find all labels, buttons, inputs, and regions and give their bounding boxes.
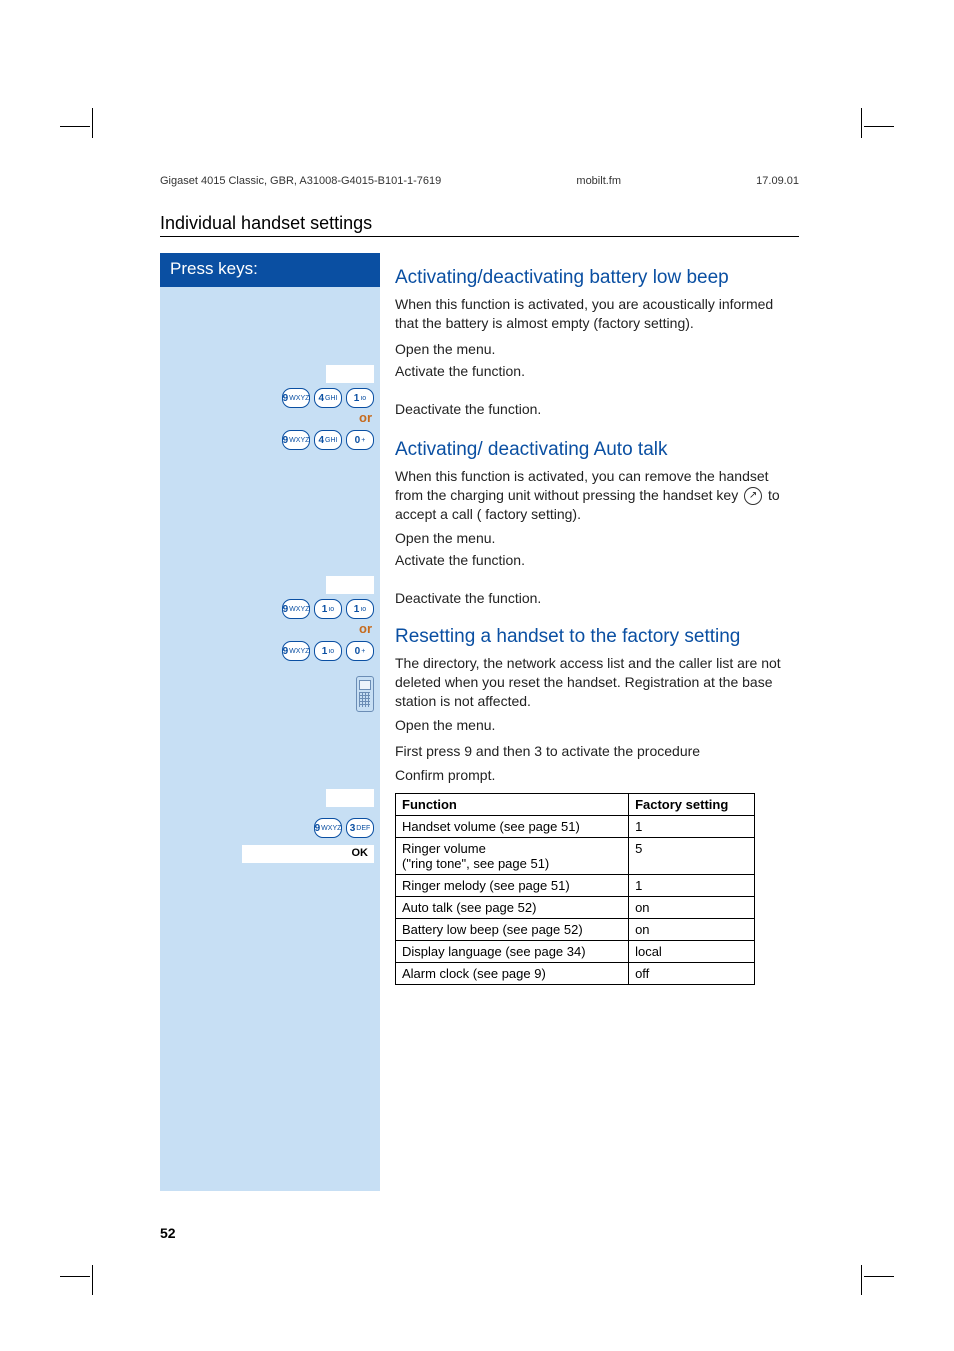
key-sequence-93: 9WXYZ 3DEF <box>160 818 380 838</box>
section-title: Individual handset settings <box>160 213 372 234</box>
horizontal-rule <box>160 236 799 237</box>
or-label: or <box>160 410 380 425</box>
heading-battery-beep: Activating/deactivating battery low beep <box>395 267 799 289</box>
table-row: Alarm clock (see page 9)off <box>396 962 755 984</box>
key-4: 4GHI <box>314 388 342 408</box>
key-1: 1ıo <box>346 388 374 408</box>
menu-softkey-icon <box>326 789 374 807</box>
th-factory-setting: Factory setting <box>629 793 755 815</box>
key-sequence-910: 9WXYZ 1ıo 0+ <box>160 641 380 661</box>
crop-mark <box>60 1276 90 1277</box>
softkey-row <box>160 365 380 383</box>
desc-reset: The directory, the network access list a… <box>395 654 799 711</box>
key-sequence-941: 9WXYZ 4GHI 1ıo <box>160 388 380 408</box>
table-header-row: Function Factory setting <box>396 793 755 815</box>
factory-settings-table: Function Factory setting Handset volume … <box>395 793 755 985</box>
running-header: Gigaset 4015 Classic, GBR, A31008-G4015-… <box>160 175 799 187</box>
key-sequence-911: 9WXYZ 1ıo 1ıo <box>160 599 380 619</box>
crop-mark <box>92 1265 93 1295</box>
table-row: Handset volume (see page 51)1 <box>396 815 755 837</box>
step-deactivate: Deactivate the function. <box>395 590 799 606</box>
key-9: 9WXYZ <box>282 430 310 450</box>
header-doc-id: Gigaset 4015 Classic, GBR, A31008-G4015-… <box>160 175 441 187</box>
softkey-row <box>160 576 380 594</box>
step-press-93: First press 9 and then 3 to activate the… <box>395 743 799 759</box>
menu-softkey-icon <box>326 576 374 594</box>
key-1: 1ıo <box>346 599 374 619</box>
crop-mark <box>864 126 894 127</box>
softkey-row <box>160 789 380 807</box>
step-open-menu: Open the menu. <box>395 530 799 546</box>
key-9: 9WXYZ <box>314 818 342 838</box>
key-1: 1ıo <box>314 599 342 619</box>
header-filename: mobilt.fm <box>576 175 621 187</box>
table-row: Display language (see page 34)local <box>396 940 755 962</box>
key-0: 0+ <box>346 641 374 661</box>
crop-mark <box>92 108 93 138</box>
desc-auto-talk: When this function is activated, you can… <box>395 467 799 524</box>
page-number: 52 <box>160 1225 176 1241</box>
handset-illustration <box>160 676 380 712</box>
key-1: 1ıo <box>314 641 342 661</box>
key-3: 3DEF <box>346 818 374 838</box>
ok-softkey: OK <box>242 845 374 863</box>
crop-mark <box>60 126 90 127</box>
heading-auto-talk: Activating/ deactivating Auto talk <box>395 439 799 461</box>
or-label: or <box>160 621 380 636</box>
step-activate: Activate the function. <box>395 552 799 568</box>
key-9: 9WXYZ <box>282 641 310 661</box>
key-9: 9WXYZ <box>282 599 310 619</box>
handset-icon <box>356 676 374 712</box>
table-row: Ringer melody (see page 51)1 <box>396 874 755 896</box>
crop-mark <box>861 1265 862 1295</box>
sidebar-header: Press keys: <box>160 253 380 287</box>
table-row: Battery low beep (see page 52)on <box>396 918 755 940</box>
key-sequence-940: 9WXYZ 4GHI 0+ <box>160 430 380 450</box>
crop-mark <box>864 1276 894 1277</box>
desc-battery-beep: When this function is activated, you are… <box>395 295 799 333</box>
step-activate: Activate the function. <box>395 363 799 379</box>
desc-auto-talk-pre: When this function is activated, you can… <box>395 468 769 503</box>
softkey-ok-row: OK <box>160 845 380 863</box>
heading-reset: Resetting a handset to the factory setti… <box>395 626 799 648</box>
key-0: 0+ <box>346 430 374 450</box>
header-date: 17.09.01 <box>756 175 799 187</box>
main-content: Activating/deactivating battery low beep… <box>395 253 799 985</box>
step-deactivate: Deactivate the function. <box>395 401 799 417</box>
step-open-menu: Open the menu. <box>395 341 799 357</box>
th-function: Function <box>396 793 629 815</box>
crop-mark <box>861 108 862 138</box>
step-open-menu: Open the menu. <box>395 717 799 733</box>
menu-softkey-icon <box>326 365 374 383</box>
key-9: 9WXYZ <box>282 388 310 408</box>
key-4: 4GHI <box>314 430 342 450</box>
step-confirm: Confirm prompt. <box>395 767 799 783</box>
table-row: Ringer volume ("ring tone", see page 51)… <box>396 837 755 874</box>
talk-key-icon: ↗ <box>744 487 762 505</box>
table-row: Auto talk (see page 52)on <box>396 896 755 918</box>
